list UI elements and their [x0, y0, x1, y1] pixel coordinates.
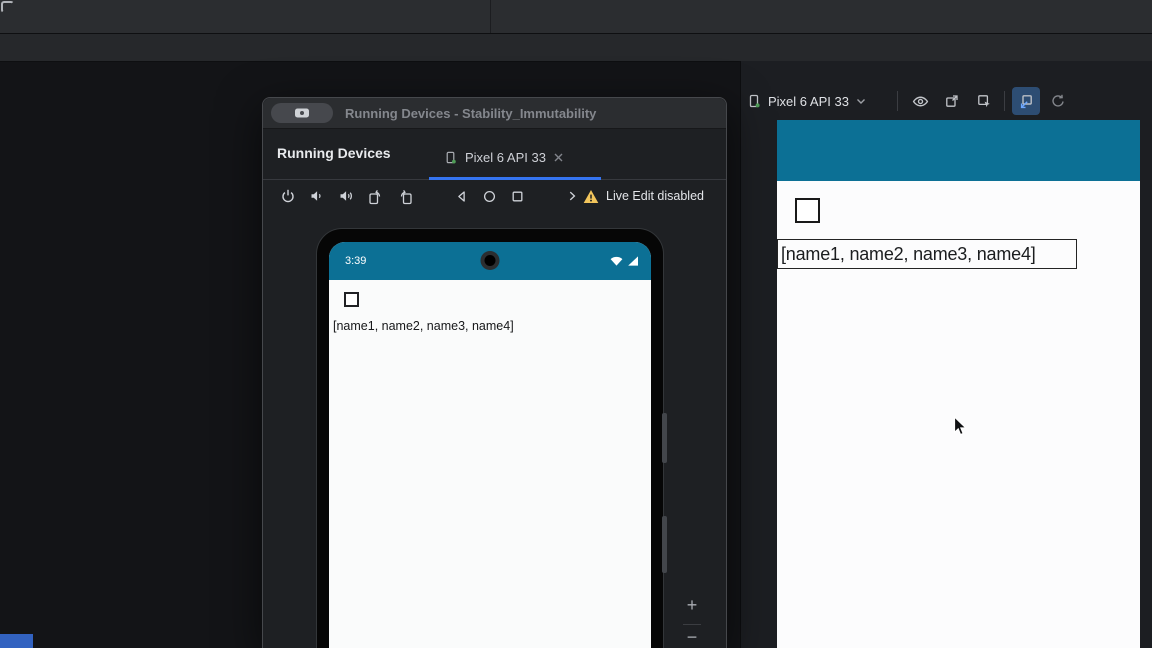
zoom-in-button[interactable]: +: [681, 595, 703, 616]
ide-top-tab-strip: [0, 0, 1152, 34]
compose-preview-panel: [name1, name2, name3, name4]: [777, 120, 1140, 648]
app-checkbox[interactable]: [344, 292, 359, 307]
toolbar-separator: [1004, 91, 1005, 111]
tool-window-pill-button[interactable]: [271, 103, 333, 123]
mouse-cursor-icon: [953, 416, 968, 438]
toolbar-separator: [897, 91, 898, 111]
device-toolbar: [280, 181, 579, 211]
home-icon[interactable]: [482, 189, 497, 204]
window-title: Running Devices - Stability_Immutability: [345, 105, 597, 121]
preview-list-text-bounds: [name1, name2, name3, name4]: [777, 239, 1077, 269]
live-edit-status: Live Edit disabled: [583, 181, 704, 211]
launch-icon[interactable]: [940, 89, 964, 113]
status-icons: [610, 256, 639, 266]
android-studio-screen: Pixel 6 API 33 [name1, name2, name3, nam…: [0, 0, 1152, 648]
device-screen-icon: [293, 107, 311, 120]
overview-icon[interactable]: [510, 189, 525, 204]
status-time: 3:39: [345, 255, 367, 267]
wifi-icon: [610, 256, 623, 266]
rotate-right-icon[interactable]: [397, 188, 414, 205]
back-icon[interactable]: [454, 189, 469, 204]
taskbar-fragment: [0, 634, 33, 648]
phone-frame: 3:39 [name1, name2, name3, name4]: [316, 228, 667, 648]
zoom-divider: [683, 624, 701, 625]
jump-to-source-icon[interactable]: [1012, 87, 1040, 115]
panel-header: Running Devices Pixel 6 API 33: [263, 129, 726, 180]
preview-app-bar: [777, 120, 1140, 181]
preview-list-text: [name1, name2, name3, name4]: [781, 243, 1036, 264]
device-mirror-screen[interactable]: 3:39 [name1, name2, name3, name4]: [329, 242, 651, 648]
volume-up-icon[interactable]: [338, 188, 354, 204]
pointer-icon[interactable]: [972, 89, 996, 113]
chevron-down-icon: [855, 95, 867, 107]
volume-down-icon[interactable]: [309, 188, 325, 204]
device-selector-label: Pixel 6 API 33: [768, 93, 849, 109]
corner-fragment-icon: [1, 1, 14, 13]
ide-secondary-strip: [0, 34, 1152, 62]
preview-checkbox[interactable]: [795, 198, 820, 223]
close-icon[interactable]: [553, 152, 564, 163]
tab-pixel-6-api-33[interactable]: Pixel 6 API 33: [433, 137, 574, 177]
zoom-out-button[interactable]: −: [681, 627, 703, 648]
volume-rocker-button: [662, 413, 667, 463]
power-button: [662, 516, 667, 573]
device-selector[interactable]: Pixel 6 API 33: [746, 87, 867, 115]
tab-strip-divider: [490, 0, 491, 33]
signal-icon: [627, 256, 639, 266]
window-title-bar[interactable]: Running Devices - Stability_Immutability: [263, 98, 726, 129]
camera-punch-hole: [480, 251, 500, 270]
rotate-left-icon[interactable]: [367, 188, 384, 205]
device-icon: [746, 93, 762, 109]
app-list-text: [name1, name2, name3, name4]: [333, 319, 514, 333]
device-icon: [443, 150, 458, 165]
power-icon[interactable]: [280, 188, 296, 204]
panel-title: Running Devices: [277, 145, 391, 161]
forward-icon[interactable]: [565, 189, 579, 203]
status-bar: 3:39: [329, 242, 651, 280]
tab-selected-indicator: [429, 177, 601, 180]
warning-icon: [583, 189, 599, 204]
refresh-icon[interactable]: [1046, 89, 1070, 113]
tab-label: Pixel 6 API 33: [465, 149, 546, 165]
live-edit-label: Live Edit disabled: [606, 189, 704, 203]
visibility-icon[interactable]: [908, 89, 932, 113]
running-devices-window: Running Devices - Stability_Immutability…: [262, 97, 727, 648]
